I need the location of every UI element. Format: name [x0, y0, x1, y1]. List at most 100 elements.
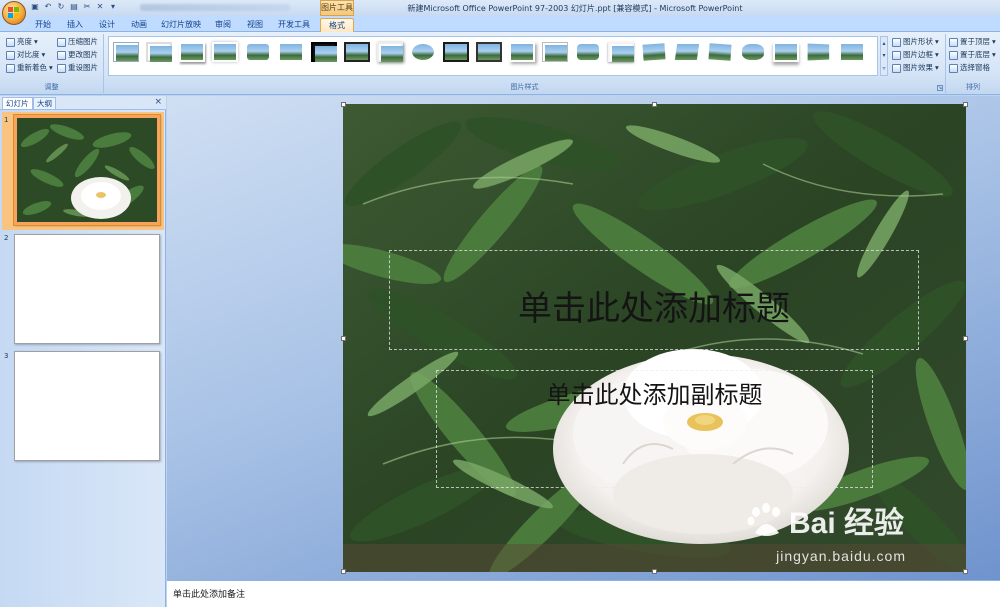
resize-handle[interactable] [341, 569, 346, 574]
style-thumb[interactable] [575, 42, 601, 62]
notes-pane[interactable]: 单击此处添加备注 [167, 580, 1000, 607]
style-thumb[interactable] [410, 42, 436, 62]
compress-pictures-button[interactable]: 压缩图片 [57, 36, 98, 48]
change-picture-button[interactable]: 更改图片 [57, 49, 98, 61]
dialog-launcher-icon[interactable]: ↘ [937, 85, 943, 91]
watermark-brand: Bai 经验 [788, 507, 904, 540]
picture-shape-button[interactable]: 图片形状 ▾ [892, 36, 939, 48]
close-icon[interactable]: × [154, 97, 162, 107]
slide-number: 2 [4, 234, 9, 242]
reset-picture-button[interactable]: 重设图片 [57, 62, 98, 74]
adjust-group: 亮度 ▾ 对比度 ▾ 重新着色 ▾ 压缩图片 更改图片 重设图片 调整 [0, 34, 104, 93]
style-thumb[interactable] [608, 42, 634, 62]
style-thumb[interactable] [476, 42, 502, 62]
shape-icon [892, 37, 901, 47]
gallery-scrollbar[interactable]: ▴ ▾ ▿ [880, 36, 888, 76]
style-thumb[interactable] [311, 42, 337, 62]
change-picture-icon [57, 50, 66, 60]
slide-1-photo [17, 118, 157, 222]
picture-border-button[interactable]: 图片边框 ▾ [892, 49, 939, 61]
arrange-group-title: 排列 [966, 83, 980, 91]
style-thumb[interactable] [278, 42, 304, 62]
resize-handle[interactable] [652, 569, 657, 574]
bring-to-front-button[interactable]: 置于顶层 ▾ [949, 36, 996, 48]
ribbon: 亮度 ▾ 对比度 ▾ 重新着色 ▾ 压缩图片 更改图片 重设图片 调整 图片样式 ↘ [0, 32, 1000, 95]
brightness-icon [6, 37, 15, 47]
slide-thumbnail-1[interactable] [13, 114, 161, 226]
slide-number: 1 [4, 116, 9, 124]
gallery-more-icon[interactable]: ▿ [882, 65, 885, 72]
resize-handle[interactable] [963, 569, 968, 574]
tab-format[interactable]: 格式 [320, 18, 354, 32]
tab-home[interactable]: 开始 [30, 18, 56, 32]
tab-view[interactable]: 视图 [242, 18, 268, 32]
send-to-back-button[interactable]: 置于底层 ▾ [949, 49, 996, 61]
picture-styles-gallery [108, 36, 878, 76]
style-thumb[interactable] [344, 42, 370, 62]
tab-insert[interactable]: 插入 [62, 18, 88, 32]
current-slide[interactable]: 单击此处添加标题 单击此处添加副标题 Bai 经验 jingyan.baidu.… [343, 104, 966, 572]
resize-handle[interactable] [963, 336, 968, 341]
tab-developer[interactable]: 开发工具 [274, 18, 314, 32]
tab-design[interactable]: 设计 [94, 18, 120, 32]
office-button[interactable] [2, 1, 26, 25]
title-placeholder[interactable]: 单击此处添加标题 [389, 250, 919, 350]
slides-panel: 幻灯片 大纲 × 1 2 3 [0, 96, 166, 607]
style-thumb[interactable] [212, 42, 238, 62]
recolor-button[interactable]: 重新着色 ▾ [6, 62, 53, 74]
style-thumb[interactable] [740, 42, 766, 62]
arrange-group: 置于顶层 ▾ 置于底层 ▾ 选择窗格 排列 [946, 34, 1000, 93]
style-thumb[interactable] [673, 42, 702, 62]
resize-handle[interactable] [963, 102, 968, 107]
office-logo-icon [8, 7, 20, 19]
panel-tabs: 幻灯片 大纲 × [0, 96, 166, 110]
subtitle-placeholder[interactable]: 单击此处添加副标题 [436, 370, 873, 488]
style-thumb[interactable] [839, 42, 865, 62]
bring-front-icon [949, 37, 958, 47]
style-thumb[interactable] [245, 42, 271, 62]
selection-pane-icon [949, 63, 958, 73]
style-thumb[interactable] [179, 42, 205, 62]
adjust-group-title: 调整 [44, 83, 59, 91]
send-back-icon [949, 50, 958, 60]
picture-effects-button[interactable]: 图片效果 ▾ [892, 62, 939, 74]
style-thumb[interactable] [146, 42, 172, 62]
slide-number: 3 [4, 352, 9, 360]
watermark-url: jingyan.baidu.com [776, 548, 906, 564]
pen-icon [892, 50, 901, 60]
ribbon-tabs: 开始 插入 设计 动画 幻灯片放映 审阅 视图 开发工具 格式 [0, 16, 1000, 32]
resize-handle[interactable] [652, 102, 657, 107]
tab-outline[interactable]: 大纲 [33, 97, 56, 109]
style-thumb[interactable] [509, 42, 535, 62]
subtitle-placeholder-text: 单击此处添加副标题 [546, 381, 763, 409]
style-thumb[interactable] [542, 42, 568, 62]
slide-thumbnail-2[interactable] [14, 234, 160, 344]
style-thumb[interactable] [706, 41, 733, 63]
style-thumb[interactable] [805, 41, 831, 62]
selection-pane-button[interactable]: 选择窗格 [949, 62, 990, 74]
tab-slides[interactable]: 幻灯片 [2, 97, 33, 109]
resize-handle[interactable] [341, 102, 346, 107]
picture-styles-group-title: 图片样式 [510, 83, 539, 91]
tab-animation[interactable]: 动画 [126, 18, 152, 32]
style-thumb[interactable] [113, 42, 139, 62]
contrast-icon [6, 50, 15, 60]
contrast-button[interactable]: 对比度 ▾ [6, 49, 45, 61]
style-thumb[interactable] [640, 41, 667, 63]
title-bar: ▣ ↶ ↻ ▤ ✂ ✕ ▾ 图片工具 新建Microsoft Office Po… [0, 0, 1000, 25]
reset-picture-icon [57, 63, 66, 73]
style-thumb[interactable] [773, 42, 799, 62]
title-placeholder-text: 单击此处添加标题 [518, 289, 790, 329]
tab-review[interactable]: 审阅 [210, 18, 236, 32]
window-title: 新建Microsoft Office PowerPoint 97-2003 幻灯… [407, 4, 743, 13]
tab-slideshow[interactable]: 幻灯片放映 [158, 18, 204, 32]
brightness-button[interactable]: 亮度 ▾ [6, 36, 38, 48]
style-thumb[interactable] [443, 42, 469, 62]
effects-icon [892, 63, 901, 73]
scroll-down-icon[interactable]: ▾ [882, 52, 885, 59]
scroll-up-icon[interactable]: ▴ [882, 40, 885, 47]
compress-icon [57, 37, 66, 47]
slide-thumbnail-3[interactable] [14, 351, 160, 461]
style-thumb[interactable] [377, 42, 403, 62]
resize-handle[interactable] [341, 336, 346, 341]
